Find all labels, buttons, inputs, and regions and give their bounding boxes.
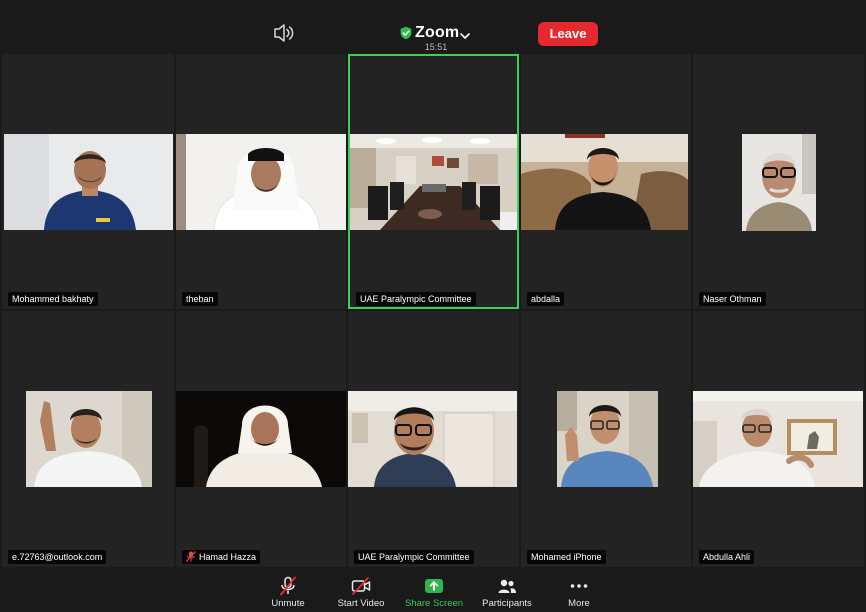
unmute-label: Unmute (271, 598, 305, 609)
participant-tile-active-speaker[interactable]: UAE Paralympic Committee (348, 54, 519, 309)
participant-tile[interactable]: Mohamed iPhone (521, 311, 691, 567)
participant-video (4, 134, 173, 230)
participant-tile[interactable]: e.72763@outlook.com (2, 311, 174, 567)
meeting-title-menu[interactable]: Zoom 15:51 (395, 22, 485, 52)
meeting-time: 15:51 (424, 42, 448, 52)
chevron-down-icon (459, 28, 471, 39)
participant-name: Hamad Hazza (182, 550, 261, 564)
participant-video (742, 134, 816, 231)
start-video-label: Start Video (337, 598, 385, 609)
participant-video (176, 134, 346, 230)
share-screen-button[interactable]: Share Screen (399, 574, 469, 612)
more-label: More (568, 598, 590, 609)
participant-tile[interactable]: abdalla (521, 54, 691, 309)
participant-video (176, 391, 346, 487)
participant-tile[interactable]: Hamad Hazza (176, 311, 346, 567)
participant-tile[interactable]: Mohammed bakhaty (2, 54, 174, 309)
unmute-button[interactable]: Unmute (253, 574, 323, 612)
participant-name: UAE Paralympic Committee (354, 550, 474, 564)
participant-name: theban (182, 292, 218, 306)
muted-mic-icon (186, 551, 196, 562)
participants-button[interactable]: Participants (472, 574, 542, 612)
participant-video (26, 391, 152, 487)
leave-button[interactable]: Leave (538, 22, 598, 46)
participant-tile[interactable]: Naser Othman (693, 54, 864, 309)
microphone-muted-icon (278, 576, 298, 596)
participant-video (521, 134, 688, 230)
participants-label: Participants (482, 598, 532, 609)
participant-tile[interactable]: UAE Paralympic Committee (348, 311, 519, 567)
speaker-icon[interactable] (272, 22, 296, 44)
shield-check-icon (399, 26, 413, 40)
participant-name: Abdulla Ahli (699, 550, 755, 564)
meeting-header: Zoom 15:51 Leave (0, 0, 866, 54)
participant-tile[interactable]: theban (176, 54, 346, 309)
participant-name: abdalla (527, 292, 565, 306)
participant-name: Mohamed iPhone (527, 550, 606, 564)
participant-video (693, 391, 863, 487)
participant-video (348, 391, 517, 487)
participant-video (350, 134, 517, 230)
share-screen-icon (424, 576, 444, 596)
more-dots-icon (569, 576, 589, 596)
participant-video (557, 391, 658, 487)
participant-name: UAE Paralympic Committee (356, 292, 476, 306)
participant-name: Mohammed bakhaty (8, 292, 98, 306)
more-button[interactable]: More (544, 574, 614, 612)
participant-name: Naser Othman (699, 292, 766, 306)
share-screen-label: Share Screen (404, 598, 464, 609)
app-title: Zoom (415, 24, 460, 41)
participant-name: e.72763@outlook.com (8, 550, 107, 564)
participant-name-text: Hamad Hazza (199, 552, 257, 562)
participant-tile[interactable]: Abdulla Ahli (693, 311, 864, 567)
participants-icon (497, 576, 517, 596)
meeting-toolbar: Unmute Start Video Share Screen Particip… (0, 568, 866, 612)
start-video-button[interactable]: Start Video (326, 574, 396, 612)
video-camera-off-icon (351, 576, 371, 596)
